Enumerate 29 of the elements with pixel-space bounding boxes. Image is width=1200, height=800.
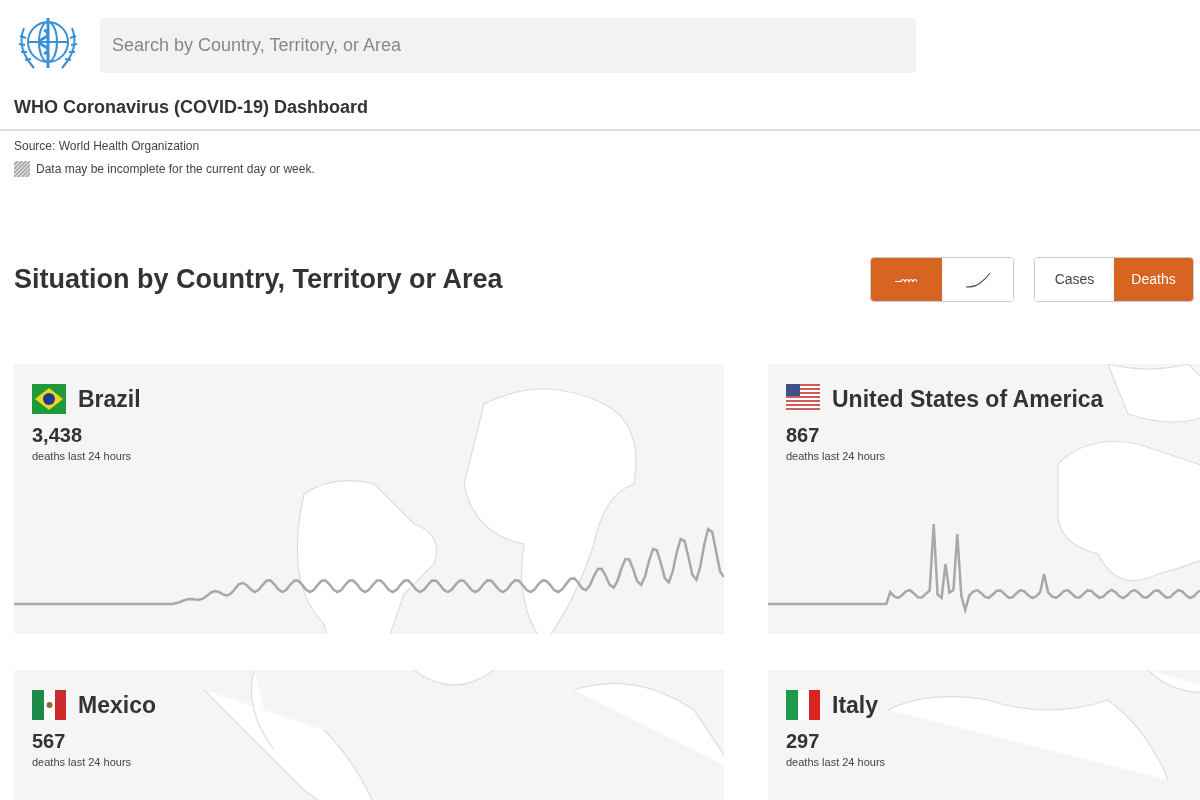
count-caption: deaths last 24 hours <box>786 448 887 464</box>
death-count: 867 <box>786 422 821 448</box>
search-field[interactable]: Search by Country, Territory, or Area <box>100 17 916 73</box>
section-title: Situation by Country, Territory or Area <box>14 263 503 297</box>
metric-toggle[interactable]: Deaths <box>1114 258 1193 301</box>
count-caption: deaths last 24 hours <box>32 448 133 464</box>
country-card[interactable]: Mexico 567 deaths last 24 hours <box>14 670 724 800</box>
country-name: Italy <box>832 691 879 720</box>
dashboard-title: WHO Coronavirus (COVID-19) Dashboard <box>13 96 370 119</box>
count-caption: deaths last 24 hours <box>32 754 133 770</box>
country-name: United States of America <box>832 385 1104 414</box>
country-card[interactable]: Brazil 3,438 deaths last 24 hours <box>14 364 724 634</box>
source-text: Source: World Health Organization <box>14 138 201 155</box>
count-caption: deaths last 24 hours <box>786 754 887 770</box>
country-name: Brazil <box>78 385 141 414</box>
note-text: Data may be incomplete for the current day or week. <box>36 161 315 178</box>
country-card[interactable]: Italy 297 deaths last 24 hours <box>768 670 1200 800</box>
death-count: 567 <box>32 728 67 754</box>
country-name: Mexico <box>78 691 156 720</box>
curve-line-icon <box>964 271 991 288</box>
hatch-icon <box>14 161 30 177</box>
flag-icon <box>32 690 66 721</box>
daily-chart-toggle[interactable] <box>871 258 942 301</box>
flag-icon <box>32 384 66 415</box>
death-count: 3,438 <box>32 422 84 448</box>
wave-line-icon <box>893 276 920 283</box>
flag-icon <box>786 690 820 721</box>
country-card[interactable]: United States of America 867 deaths last 24 hours <box>768 364 1200 634</box>
death-count: 297 <box>786 728 821 754</box>
